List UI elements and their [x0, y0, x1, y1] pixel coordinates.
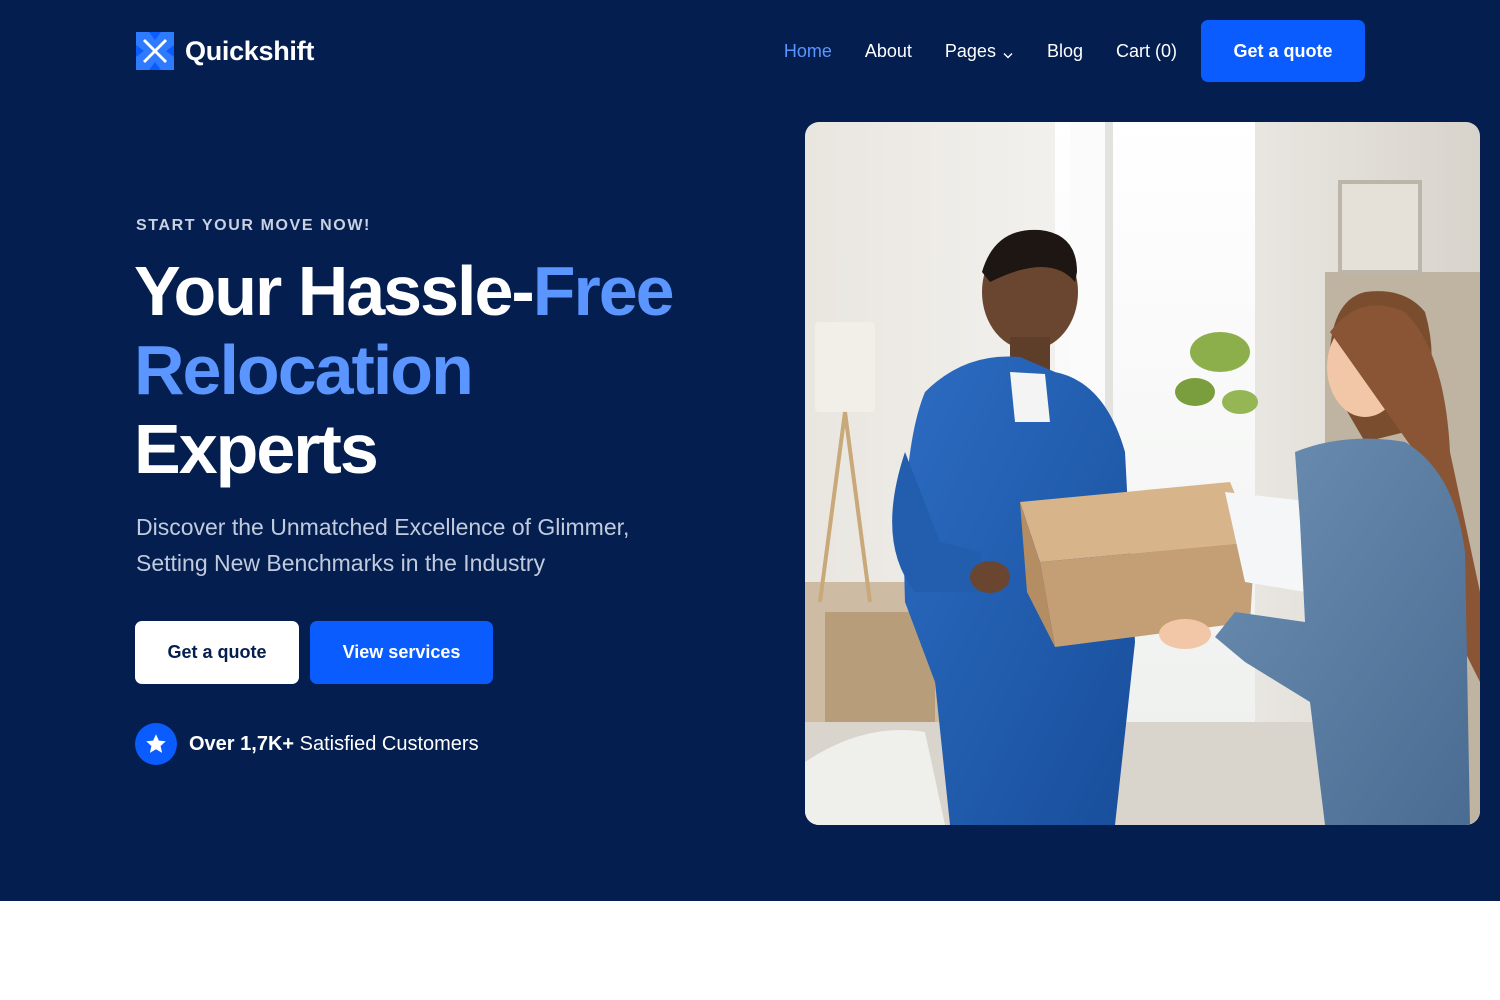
next-section [0, 901, 1500, 1000]
hero-eyebrow: START YOUR MOVE NOW! [136, 217, 371, 234]
nav-pages-label: Pages [944, 40, 996, 61]
hero-image [805, 122, 1480, 825]
hero-section: Quickshift Home About Pages Blog Cart (0… [0, 0, 1500, 901]
get-quote-button[interactable]: Get a quote [135, 621, 299, 684]
nav-cart[interactable]: Cart (0) [1116, 41, 1177, 62]
nav-blog-label: Blog [1046, 40, 1083, 61]
nav-about[interactable]: About [865, 41, 912, 62]
brand-logo[interactable]: Quickshift [136, 31, 314, 71]
view-services-button[interactable]: View services [310, 621, 493, 684]
customer-proof: Over 1,7K+ Satisfied Customers [135, 723, 479, 765]
nav-about-label: About [864, 40, 912, 61]
nav-home[interactable]: Home [784, 41, 832, 62]
hero-headline: Your Hassle-Free Relocation Experts [134, 252, 774, 489]
proof-label: Satisfied Customers [294, 732, 479, 755]
subtext-line-2: Setting New Benchmarks in the Industry [136, 550, 546, 576]
nav-home-label: Home [783, 40, 832, 61]
headline-part-4: Experts [134, 410, 379, 488]
subtext-line-1: Discover the Unmatched Excellence of Gli… [136, 514, 630, 540]
nav-blog[interactable]: Blog [1047, 41, 1083, 62]
nav-cart-label: Cart (0) [1115, 40, 1177, 61]
star-icon [135, 723, 177, 765]
chevron-down-icon [1002, 45, 1014, 59]
headline-part-1: Your Hassle- [134, 252, 535, 330]
brand-name: Quickshift [185, 35, 315, 66]
nav-pages[interactable]: Pages [945, 41, 1014, 62]
headline-accent-1: Free [532, 252, 675, 330]
logo-icon [136, 32, 174, 70]
mover-handing-box-photo-icon [805, 122, 1480, 825]
proof-text: Over 1,7K+ Satisfied Customers [189, 733, 479, 756]
main-nav: Home About Pages Blog Cart (0) Get a quo… [751, 20, 1365, 82]
header-get-quote-button[interactable]: Get a quote [1201, 20, 1365, 82]
hero-subtext: Discover the Unmatched Excellence of Gli… [136, 509, 696, 581]
proof-count: Over 1,7K+ [189, 732, 295, 755]
headline-accent-2: Relocation [134, 331, 474, 409]
